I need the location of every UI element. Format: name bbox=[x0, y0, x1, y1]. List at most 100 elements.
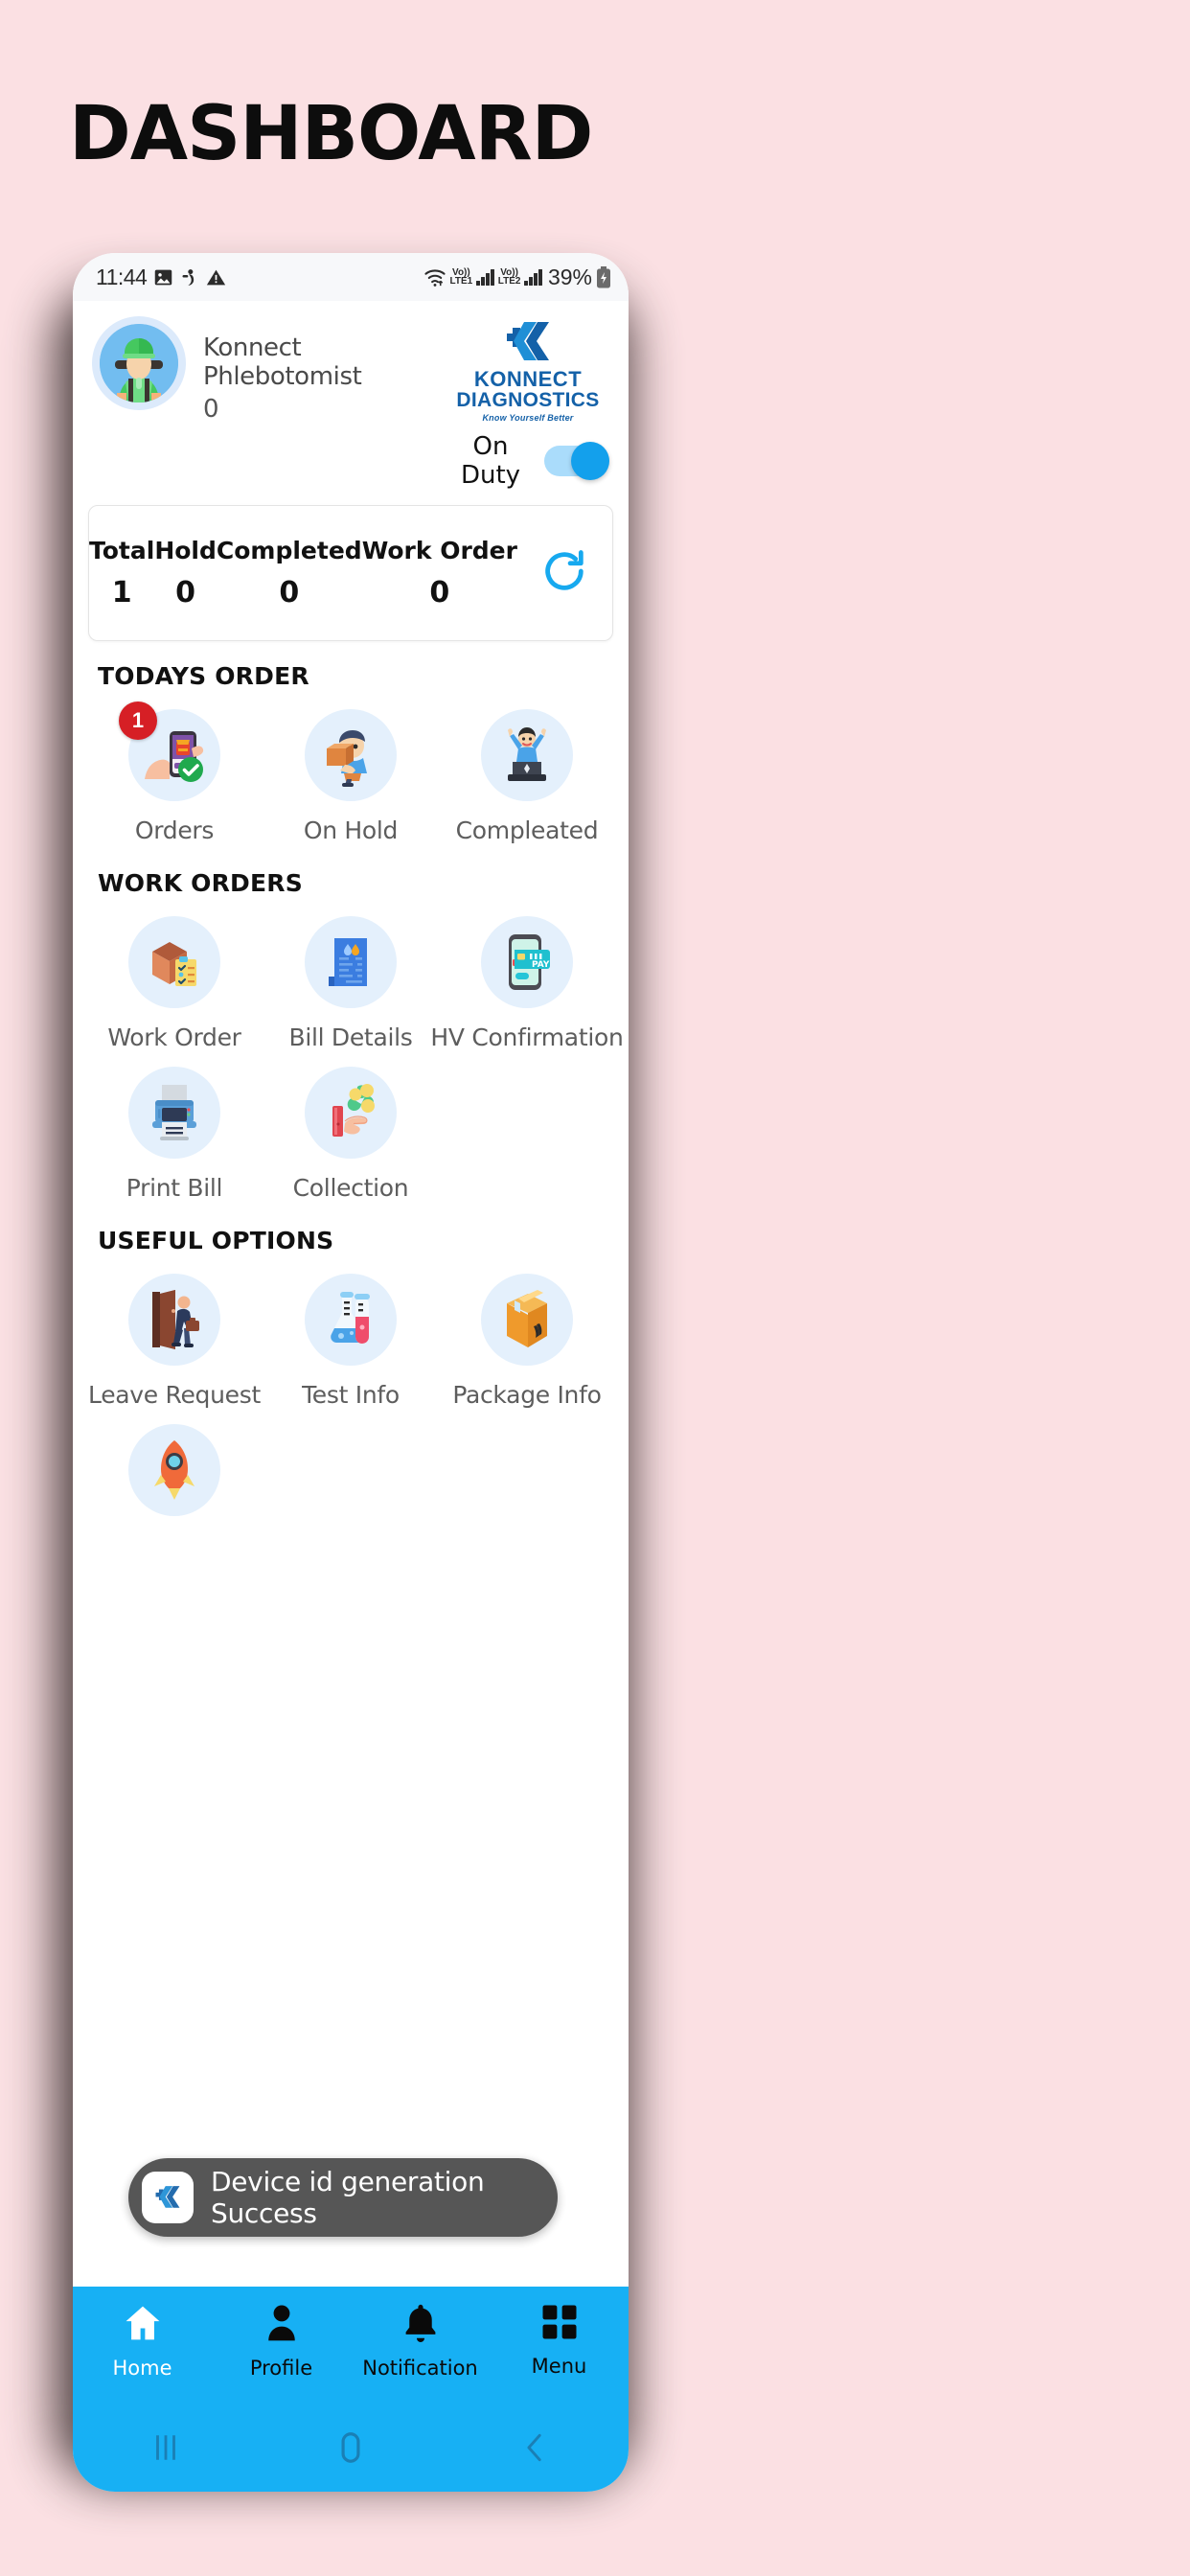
tile-grid-work-orders: Work Order Bill Details PAY HV Confirmat… bbox=[73, 897, 629, 1206]
tile-label: Work Order bbox=[107, 1024, 241, 1052]
tile-print-bill[interactable]: Print Bill bbox=[86, 1055, 263, 1206]
tile-rocket[interactable] bbox=[86, 1413, 263, 1535]
user-id: 0 bbox=[203, 395, 219, 424]
stat-value: 0 bbox=[175, 576, 196, 610]
section-title-useful-options: USEFUL OPTIONS bbox=[98, 1227, 334, 1255]
tile-collection[interactable]: Collection bbox=[263, 1055, 439, 1206]
tile-label: Compleated bbox=[455, 816, 599, 845]
android-navigation-bar bbox=[73, 2404, 629, 2492]
back-chevron-icon[interactable] bbox=[444, 2430, 629, 2465]
orders-badge: 1 bbox=[118, 702, 157, 741]
phone-screen: 11:44 Vo)) LTE1 Vo)) LTE2 39% Konnect Ph… bbox=[73, 253, 629, 2492]
toast-notification: Device id generation Success bbox=[128, 2158, 558, 2237]
hand-coins-icon bbox=[304, 1067, 397, 1160]
brand-name: KONNECT bbox=[473, 367, 583, 391]
stat-value: 1 bbox=[111, 576, 132, 610]
bell-icon bbox=[400, 2302, 442, 2349]
person-icon bbox=[180, 267, 199, 288]
bottom-navigation: Home Profile Notification Menu bbox=[73, 2287, 629, 2492]
tile-label: Orders bbox=[134, 816, 215, 845]
tile-label: Package Info bbox=[452, 1381, 602, 1410]
konnect-k-logo bbox=[507, 322, 549, 360]
tile-grid-useful-options: Leave Request Test Info Package Info bbox=[73, 1254, 629, 1535]
stat-value: 0 bbox=[279, 576, 300, 610]
tile-grid-todays-order: 1 Orders On Hold Compleated bbox=[73, 690, 629, 848]
stat-value: 0 bbox=[429, 576, 450, 610]
phone-card-pay-icon: PAY bbox=[480, 916, 573, 1009]
home-icon bbox=[121, 2302, 165, 2349]
tile-label: Test Info bbox=[302, 1381, 400, 1410]
toast-message: Device id generation Success bbox=[211, 2166, 485, 2229]
person-leaving-door-icon bbox=[127, 1274, 220, 1367]
warning-icon bbox=[206, 267, 226, 288]
page-title: DASHBOARD bbox=[69, 91, 593, 177]
status-time: 11:44 bbox=[96, 264, 148, 289]
stat-work-order[interactable]: Work Order 0 bbox=[362, 537, 517, 610]
user-name: Konnect Phlebotomist bbox=[203, 334, 362, 391]
nav-label: Profile bbox=[249, 2357, 313, 2380]
home-pill-icon[interactable] bbox=[258, 2429, 443, 2466]
nav-label: Menu bbox=[531, 2355, 587, 2378]
wifi-icon bbox=[423, 267, 446, 288]
nav-item-home[interactable]: Home bbox=[73, 2302, 212, 2404]
image-icon bbox=[153, 267, 173, 288]
rocket-icon bbox=[127, 1424, 220, 1517]
tile-leave-request[interactable]: Leave Request bbox=[86, 1262, 263, 1413]
stat-label: Hold bbox=[154, 537, 217, 565]
stats-card: Total 1 Hold 0 Completed 0 Work Order 0 bbox=[88, 505, 613, 642]
tile-orders[interactable]: 1 Orders bbox=[86, 698, 263, 848]
battery-charging-icon bbox=[596, 265, 611, 288]
profile-header: Konnect Phlebotomist 0 KONNECT DIAGNOSTI… bbox=[73, 301, 629, 500]
tile-label: Bill Details bbox=[288, 1024, 413, 1052]
toggle-knob bbox=[571, 442, 609, 481]
status-bar: 11:44 Vo)) LTE1 Vo)) LTE2 39% bbox=[73, 253, 629, 301]
lab-flask-tube-icon bbox=[304, 1274, 397, 1367]
duty-toggle[interactable] bbox=[544, 442, 609, 481]
stat-label: Completed bbox=[216, 537, 362, 565]
grid-menu-icon bbox=[539, 2302, 580, 2347]
tile-label: Collection bbox=[292, 1174, 409, 1203]
refresh-icon[interactable] bbox=[539, 546, 589, 601]
tile-label: Print Bill bbox=[126, 1174, 223, 1203]
tile-package-info[interactable]: Package Info bbox=[439, 1262, 615, 1413]
person-icon bbox=[261, 2302, 303, 2349]
section-title-work-orders: WORK ORDERS bbox=[98, 869, 303, 898]
stat-total[interactable]: Total 1 bbox=[89, 537, 154, 610]
tile-bill-details[interactable]: Bill Details bbox=[263, 905, 439, 1055]
stat-hold[interactable]: Hold 0 bbox=[154, 537, 217, 610]
nav-item-profile[interactable]: Profile bbox=[212, 2302, 351, 2404]
stat-completed[interactable]: Completed 0 bbox=[217, 537, 362, 610]
nav-label: Home bbox=[112, 2357, 172, 2380]
avatar[interactable] bbox=[92, 316, 186, 410]
person-celebrating-laptop-icon bbox=[480, 709, 573, 802]
battery-percent: 39% bbox=[547, 264, 592, 289]
section-title-todays-order: TODAYS ORDER bbox=[98, 662, 309, 691]
tile-test-info[interactable]: Test Info bbox=[263, 1262, 439, 1413]
stat-label: Total bbox=[89, 537, 155, 565]
konnect-k-logo bbox=[142, 2172, 194, 2223]
brand-sub: DIAGNOSTICS bbox=[456, 389, 600, 411]
brand-logo: KONNECT DIAGNOSTICS Know Yourself Better… bbox=[448, 316, 609, 491]
stat-label: Work Order bbox=[361, 537, 517, 565]
duty-label: On Duty bbox=[460, 432, 521, 491]
recents-icon[interactable] bbox=[73, 2431, 258, 2464]
tile-hv-confirmation[interactable]: PAY HV Confirmation bbox=[430, 905, 624, 1055]
tile-on-hold[interactable]: On Hold bbox=[263, 698, 439, 848]
tile-label: On Hold bbox=[303, 816, 399, 845]
tile-compleated[interactable]: Compleated bbox=[439, 698, 615, 848]
sim1-signal-icon bbox=[476, 268, 494, 286]
nav-label: Notification bbox=[362, 2357, 478, 2380]
orange-package-box-icon bbox=[480, 1274, 573, 1367]
nav-item-notification[interactable]: Notification bbox=[351, 2302, 490, 2404]
tile-work-order[interactable]: Work Order bbox=[86, 905, 263, 1055]
nav-item-menu[interactable]: Menu bbox=[490, 2302, 629, 2404]
delivery-person-box-icon bbox=[304, 709, 397, 802]
sim2-volte-icon: Vo)) LTE2 bbox=[497, 266, 521, 287]
tile-label: Leave Request bbox=[88, 1381, 261, 1410]
printer-icon bbox=[127, 1067, 220, 1160]
sim1-volte-icon: Vo)) LTE1 bbox=[449, 266, 473, 287]
sim2-signal-icon bbox=[524, 268, 542, 286]
box-checklist-icon bbox=[127, 916, 220, 1009]
brand-tagline: Know Yourself Better bbox=[482, 413, 574, 424]
svg-text:PAY: PAY bbox=[532, 960, 550, 970]
